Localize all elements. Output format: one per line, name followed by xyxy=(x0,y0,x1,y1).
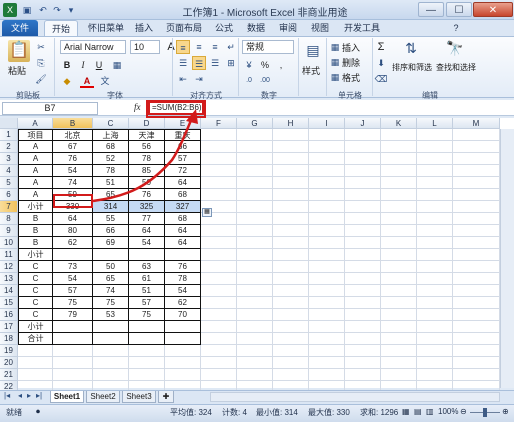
status-count: 计数: 4 xyxy=(222,408,247,417)
insert-sheet-icon[interactable]: ✚ xyxy=(158,391,174,403)
quick-analysis-icon[interactable]: ▦ xyxy=(202,208,212,217)
status-max: 最大值: 330 xyxy=(308,408,350,417)
status-ready: 就绪 xyxy=(6,408,22,417)
annotation-arrow xyxy=(92,109,198,203)
page-layout-view-icon[interactable]: ▤ xyxy=(414,407,422,416)
arrow-head xyxy=(186,109,198,124)
sheet-nav-first-icon[interactable]: |◂ xyxy=(4,391,10,400)
normal-view-icon[interactable]: ▦ xyxy=(402,407,410,416)
zoom-slider-thumb[interactable] xyxy=(483,408,487,417)
zoom-level[interactable]: 100% xyxy=(438,407,458,416)
zoom-in-icon[interactable]: ⊕ xyxy=(502,407,509,416)
macro-record-icon[interactable]: ⏺ xyxy=(36,407,40,417)
status-average: 平均值: 324 xyxy=(170,408,212,417)
arrow-path xyxy=(92,117,194,203)
sheet-nav-next-icon[interactable]: ▸ xyxy=(27,391,31,400)
sheet-nav-last-icon[interactable]: ▸| xyxy=(36,391,42,400)
status-min: 最小值: 314 xyxy=(256,408,298,417)
sheet-tab-sheet1[interactable]: Sheet1 xyxy=(50,391,84,403)
page-break-view-icon[interactable]: ▥ xyxy=(426,407,434,416)
sheet-tab-sheet3[interactable]: Sheet3 xyxy=(122,391,156,403)
sheet-nav-prev-icon[interactable]: ◂ xyxy=(18,391,22,400)
sheet-tab-sheet2[interactable]: Sheet2 xyxy=(86,391,120,403)
horizontal-scrollbar[interactable] xyxy=(210,392,500,402)
status-sum: 求和: 1296 xyxy=(360,408,399,417)
zoom-out-icon[interactable]: ⊖ xyxy=(460,407,467,416)
